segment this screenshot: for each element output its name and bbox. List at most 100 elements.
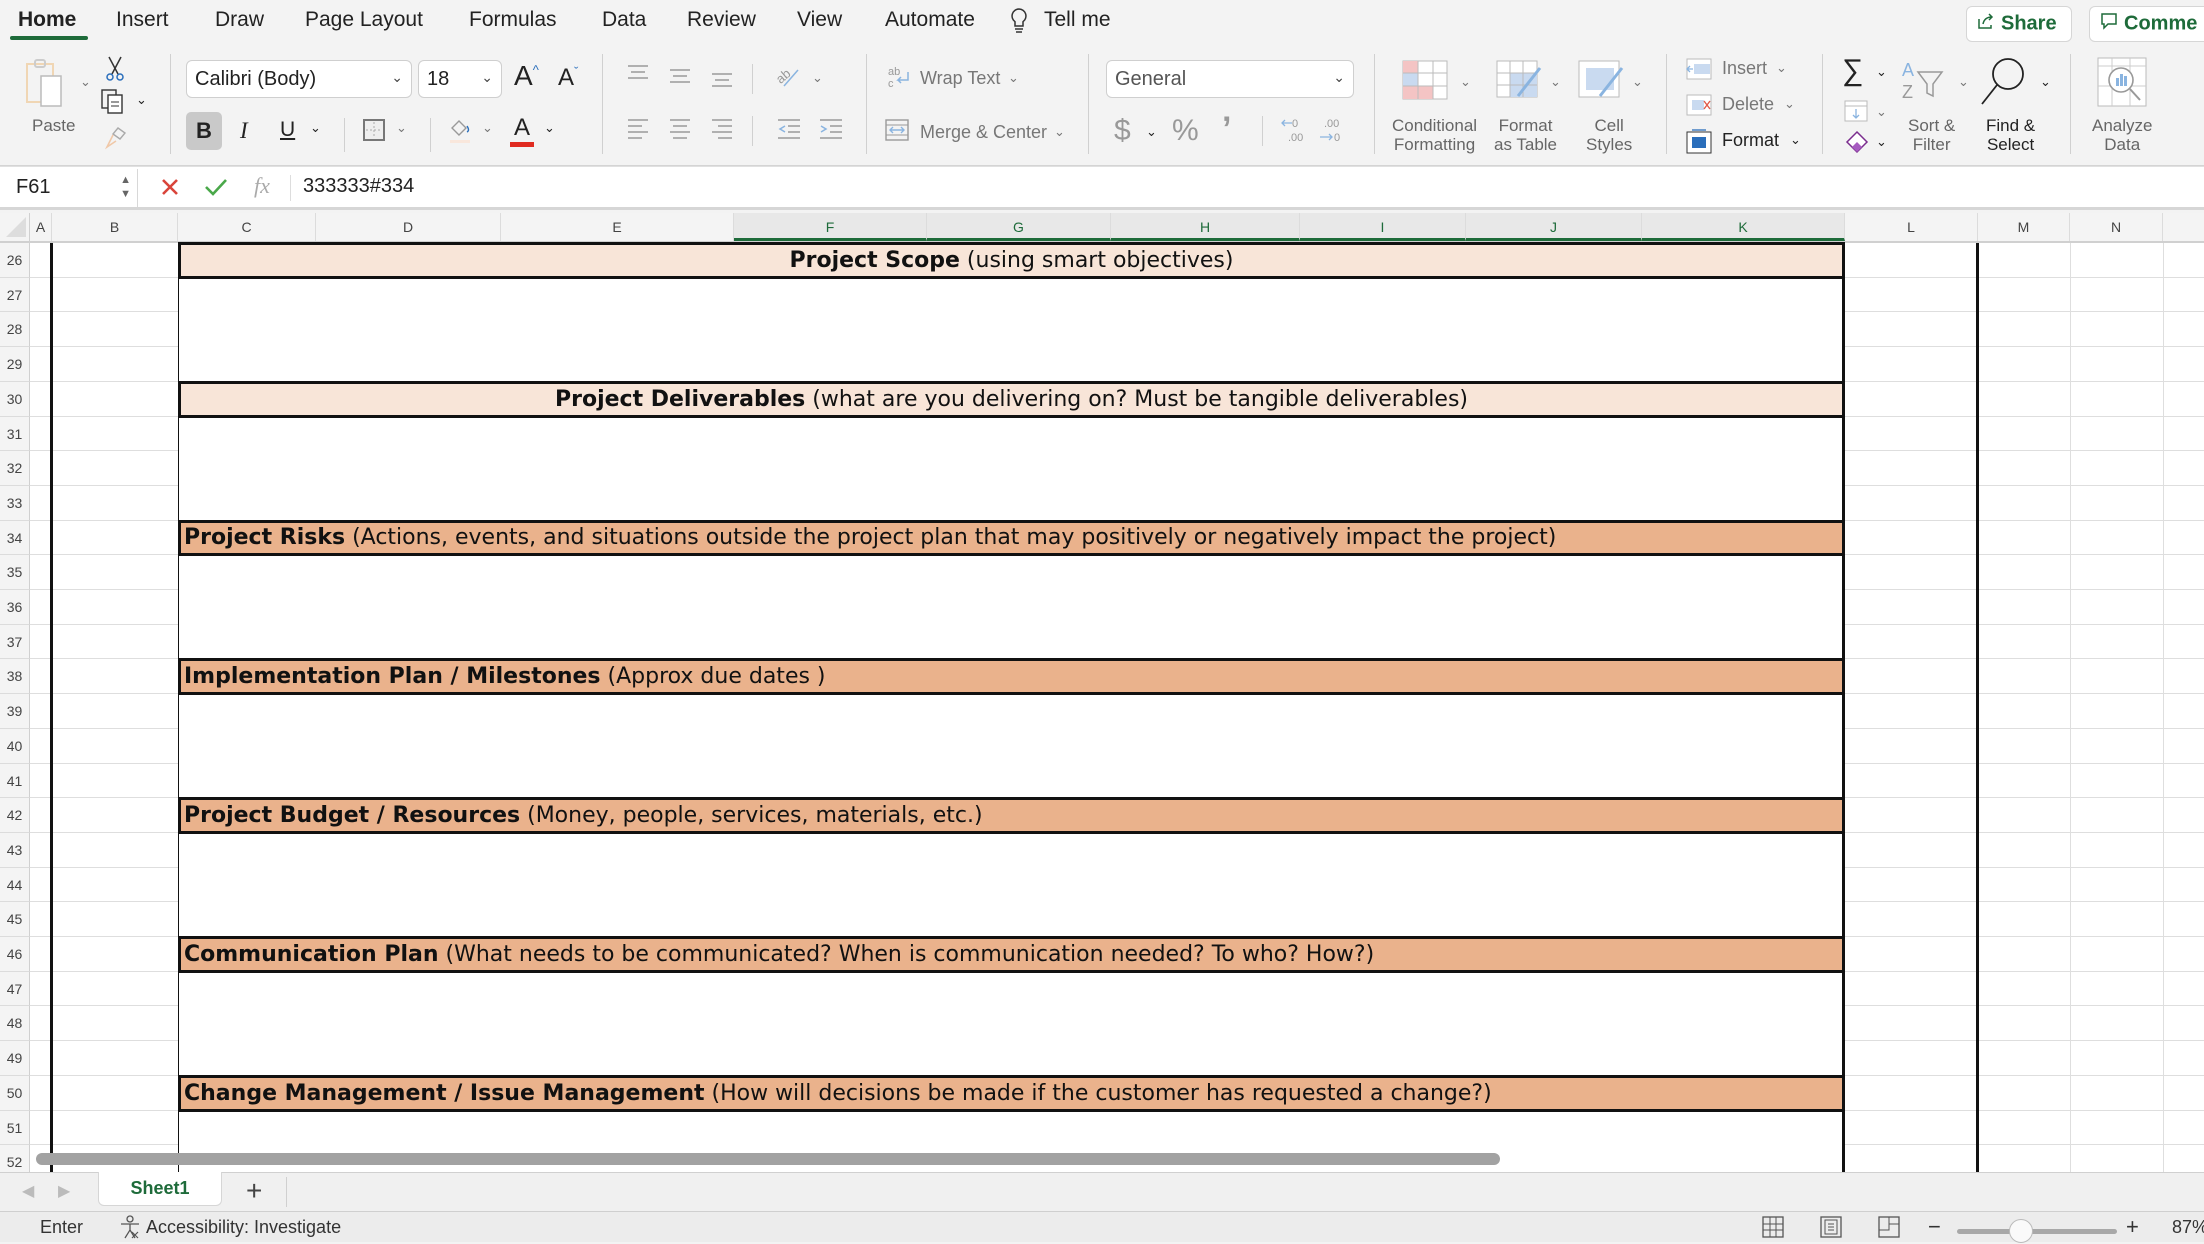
align-left-icon[interactable]	[626, 118, 650, 145]
fill-dropdown-chevron[interactable]: ⌄	[1876, 104, 1887, 120]
paste-dropdown-chevron[interactable]: ⌄	[80, 74, 91, 90]
zoom-out-button[interactable]: −	[1928, 1214, 1941, 1240]
section-header-row-42[interactable]: Project Budget / Resources (Money, peopl…	[178, 797, 1845, 834]
bold-button[interactable]: B	[186, 112, 222, 150]
tab-review[interactable]: Review	[687, 8, 756, 32]
decrease-decimal-icon[interactable]: .00 0	[1318, 116, 1346, 149]
section-input-area[interactable]	[178, 972, 1845, 1076]
worksheet-grid[interactable]: ABCDEFGHIJKLMN 26 27 28 29 30 31 32 33 34 35 36 37 3…	[0, 213, 2204, 1172]
increase-indent-icon[interactable]	[818, 118, 844, 145]
wrap-text-icon[interactable]: ab c	[886, 64, 912, 95]
section-input-area[interactable]	[178, 555, 1845, 659]
analyze-data-icon[interactable]	[2096, 56, 2150, 115]
enter-checkmark-icon[interactable]	[204, 177, 228, 202]
tab-data[interactable]: Data	[602, 8, 646, 32]
tab-home[interactable]: Home	[18, 8, 76, 32]
row-header-45[interactable]: 45	[0, 902, 30, 937]
section-header-row-26[interactable]: Project Scope (using smart objectives)	[178, 242, 1845, 279]
tab-page-layout[interactable]: Page Layout	[305, 8, 423, 32]
row-header-52[interactable]: 52	[0, 1145, 30, 1172]
paste-icon[interactable]	[24, 58, 64, 115]
tell-me-search[interactable]: Tell me	[1044, 8, 1111, 32]
clear-dropdown-chevron[interactable]: ⌄	[1876, 134, 1887, 150]
row-header-51[interactable]: 51	[0, 1111, 30, 1145]
copy-icon[interactable]	[100, 88, 126, 119]
column-header-a[interactable]: A	[30, 213, 52, 241]
underline-dropdown-chevron[interactable]: ⌄	[310, 120, 321, 136]
next-sheet-arrow-icon[interactable]: ▶	[58, 1181, 70, 1201]
insert-function-fx-button[interactable]: fx	[254, 173, 270, 199]
conditional-formatting-label[interactable]: Conditional Formatting	[1392, 116, 1477, 154]
align-middle-icon[interactable]	[668, 68, 692, 93]
column-header-l[interactable]: L	[1845, 213, 1978, 241]
row-header-47[interactable]: 47	[0, 972, 30, 1006]
column-header-g[interactable]: G	[927, 213, 1111, 241]
find-select-label[interactable]: Find & Select	[1986, 116, 2035, 154]
cell-styles-label[interactable]: Cell Styles	[1586, 116, 1632, 154]
format-as-table-icon[interactable]	[1496, 60, 1542, 109]
sort-filter-label[interactable]: Sort & Filter	[1908, 116, 1955, 154]
autosum-dropdown-chevron[interactable]: ⌄	[1876, 64, 1887, 80]
section-input-area[interactable]	[178, 417, 1845, 521]
fill-color-dropdown-chevron[interactable]: ⌄	[482, 120, 493, 136]
row-header-41[interactable]: 41	[0, 764, 30, 798]
row-header-43[interactable]: 43	[0, 833, 30, 868]
column-header-e[interactable]: E	[501, 213, 734, 241]
cell-styles-chevron[interactable]: ⌄	[1632, 74, 1643, 90]
row-header-27[interactable]: 27	[0, 278, 30, 312]
format-cells-button[interactable]: Format	[1722, 130, 1779, 151]
row-header-50[interactable]: 50	[0, 1076, 30, 1111]
insert-cells-icon[interactable]	[1686, 58, 1712, 85]
fill-color-icon[interactable]	[448, 116, 472, 149]
cell-styles-icon[interactable]	[1578, 60, 1624, 109]
cancel-x-icon[interactable]	[160, 177, 180, 202]
prev-sheet-arrow-icon[interactable]: ◀	[22, 1181, 34, 1201]
row-header-33[interactable]: 33	[0, 486, 30, 521]
delete-cells-icon[interactable]	[1686, 94, 1712, 121]
row-header-44[interactable]: 44	[0, 868, 30, 902]
borders-icon[interactable]	[362, 118, 386, 147]
insert-dropdown-chevron[interactable]: ⌄	[1776, 60, 1787, 76]
column-header-j[interactable]: J	[1466, 213, 1642, 241]
fill-down-icon[interactable]	[1844, 100, 1868, 127]
row-header-28[interactable]: 28	[0, 312, 30, 347]
section-input-area[interactable]	[178, 833, 1845, 937]
borders-dropdown-chevron[interactable]: ⌄	[396, 120, 407, 136]
column-header-i[interactable]: I	[1300, 213, 1466, 241]
row-header-30[interactable]: 30	[0, 382, 30, 417]
zoom-in-button[interactable]: +	[2126, 1214, 2139, 1240]
row-header-40[interactable]: 40	[0, 729, 30, 764]
tab-formulas[interactable]: Formulas	[469, 8, 557, 32]
find-select-magnifier-icon[interactable]	[1978, 56, 2026, 113]
align-bottom-icon[interactable]	[710, 72, 734, 97]
select-all-corner[interactable]	[0, 213, 30, 241]
format-painter-icon[interactable]	[104, 126, 128, 155]
conditional-formatting-icon[interactable]	[1402, 60, 1448, 105]
decrease-font-size-button[interactable]: Aˇ	[558, 64, 578, 92]
page-break-view-icon[interactable]	[1878, 1216, 1900, 1243]
accessibility-icon[interactable]	[118, 1215, 142, 1244]
tab-insert[interactable]: Insert	[116, 8, 169, 32]
row-header-36[interactable]: 36	[0, 590, 30, 625]
align-top-icon[interactable]	[626, 64, 650, 89]
row-header-38[interactable]: 38	[0, 659, 30, 694]
font-color-button[interactable]: A	[510, 114, 534, 147]
clear-eraser-icon[interactable]	[1844, 130, 1870, 161]
conditional-formatting-chevron[interactable]: ⌄	[1460, 74, 1471, 90]
orientation-dropdown-chevron[interactable]: ⌄	[812, 70, 823, 86]
page-layout-view-icon[interactable]	[1820, 1216, 1842, 1243]
currency-format-button[interactable]: $	[1114, 114, 1131, 148]
comments-button[interactable]: Comme	[2089, 6, 2204, 42]
format-cells-icon[interactable]	[1686, 128, 1712, 159]
wrap-text-dropdown-chevron[interactable]: ⌄	[1008, 70, 1019, 86]
section-header-row-34[interactable]: Project Risks (Actions, events, and situ…	[178, 520, 1845, 556]
row-header-32[interactable]: 32	[0, 451, 30, 486]
analyze-data-label[interactable]: Analyze Data	[2092, 116, 2152, 154]
accessibility-status[interactable]: Accessibility: Investigate	[146, 1217, 341, 1238]
align-center-icon[interactable]	[668, 118, 692, 145]
percent-format-button[interactable]: %	[1172, 114, 1199, 148]
column-header-c[interactable]: C	[178, 213, 316, 241]
merge-center-icon[interactable]	[884, 118, 910, 147]
zoom-slider-thumb[interactable]	[2009, 1219, 2033, 1243]
section-header-row-38[interactable]: Implementation Plan / Milestones (Approx…	[178, 658, 1845, 695]
